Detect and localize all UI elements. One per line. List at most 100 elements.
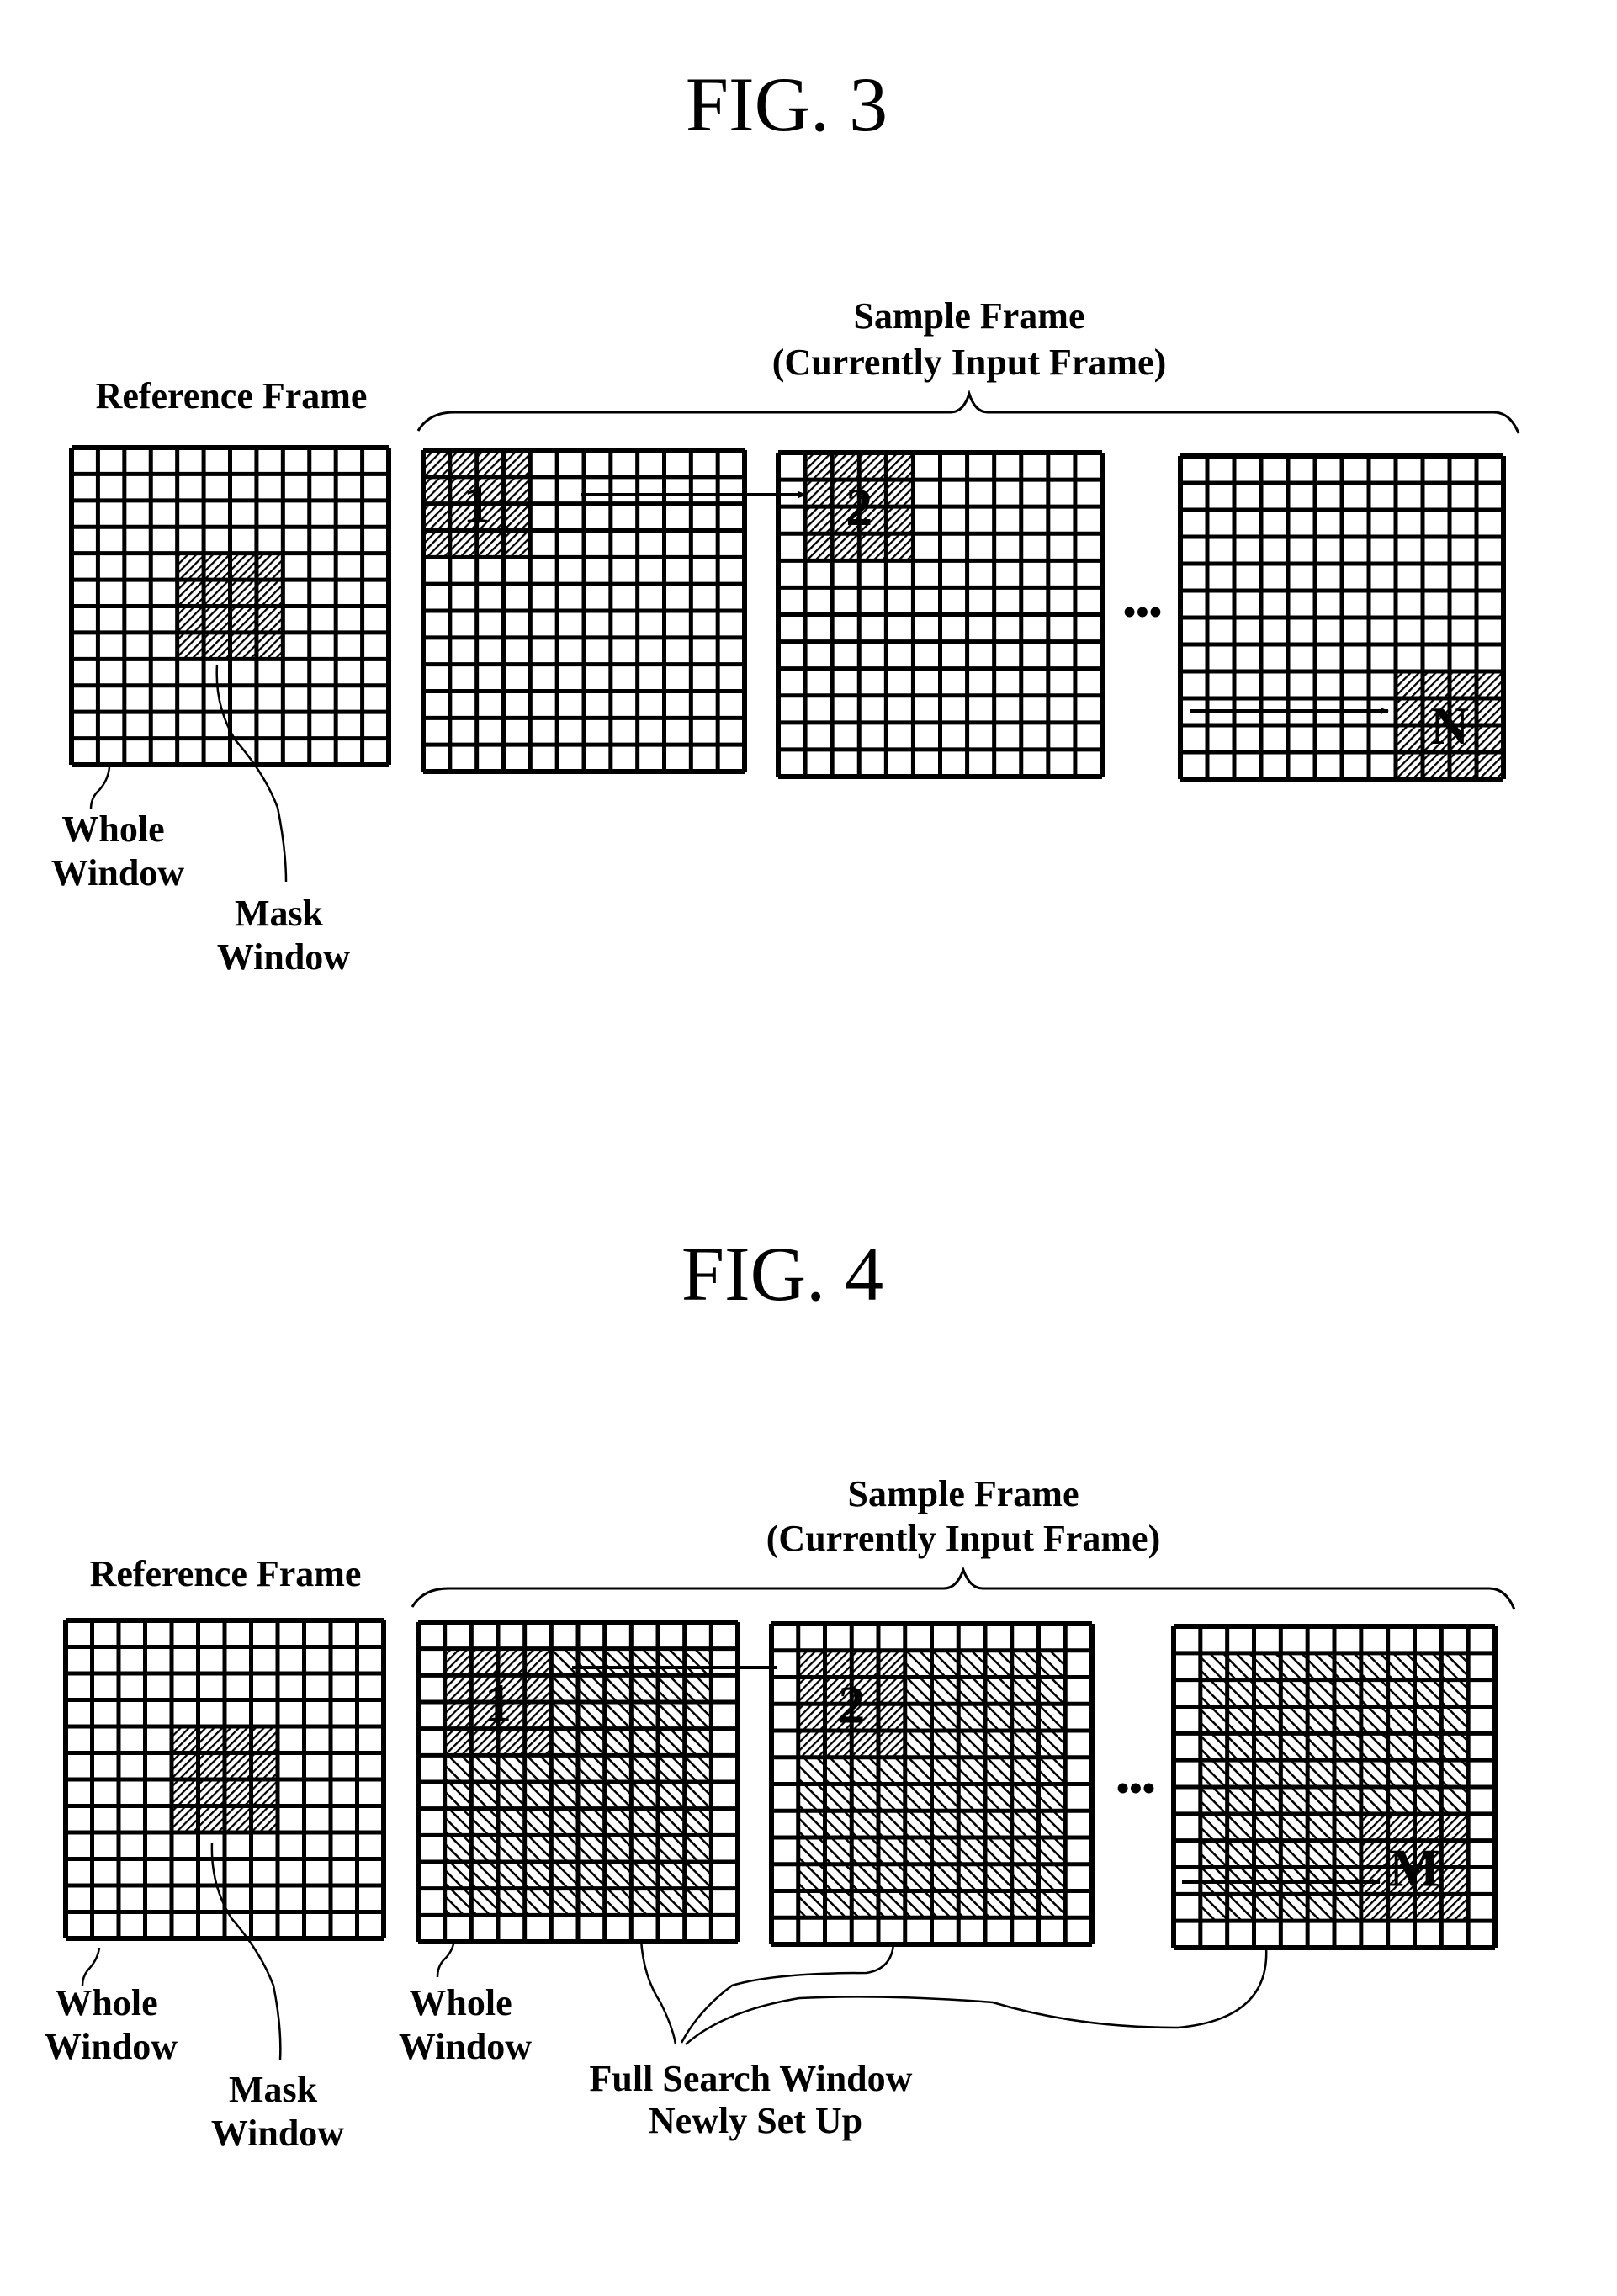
- figure-3: FIG. 3 Reference Frame Sample Frame (Cur…: [51, 61, 1520, 978]
- search-window-cell: [985, 1677, 1012, 1705]
- search-window-cell: [1334, 1813, 1361, 1841]
- search-window-cell: [1227, 1813, 1254, 1841]
- search-window-cell: [604, 1835, 632, 1862]
- mask-window-cell: [798, 1704, 825, 1731]
- search-window-cell: [985, 1704, 1012, 1731]
- search-window-cell: [604, 1648, 632, 1676]
- search-window-cell: [904, 1890, 932, 1918]
- mask-window-cell: [204, 553, 231, 581]
- mask-window-cell: [230, 606, 257, 633]
- mask-window-cell: [859, 533, 887, 561]
- mask-window-cell: [798, 1677, 825, 1705]
- mask-window-cell: [172, 1726, 199, 1753]
- mask-window-cell: [177, 632, 204, 660]
- frame-index-label: 2: [846, 477, 872, 537]
- search-window-cell: [958, 1731, 985, 1758]
- search-window-cell: [444, 1835, 472, 1862]
- mask-window-cell: [805, 453, 833, 480]
- search-window-cell: [798, 1757, 825, 1784]
- search-window-cell: [1011, 1757, 1039, 1784]
- search-window-cell: [1227, 1733, 1254, 1761]
- search-window-cell: [931, 1784, 959, 1811]
- search-window-cell: [824, 1864, 852, 1891]
- mask-window-cell: [524, 1702, 552, 1729]
- mask-window-cell: [198, 1726, 225, 1753]
- search-window-cell: [985, 1890, 1012, 1918]
- search-window-cell: [498, 1862, 525, 1889]
- search-window-cell: [904, 1864, 932, 1891]
- search-window-cell: [444, 1808, 472, 1836]
- search-window-cell: [985, 1757, 1012, 1784]
- search-window-cell: [958, 1811, 985, 1837]
- search-window-cell: [604, 1782, 632, 1809]
- mask-window-cell: [1450, 671, 1477, 698]
- search-window-cell: [1227, 1840, 1254, 1868]
- search-window-cell: [798, 1784, 825, 1811]
- mask-window-label: Mask Window: [211, 2069, 344, 2154]
- mask-window-cell: [230, 580, 257, 607]
- search-window-cell: [958, 1837, 985, 1864]
- search-window-cell: [931, 1864, 959, 1891]
- mask-window-cell: [1441, 1867, 1469, 1895]
- search-window-cell: [578, 1675, 605, 1702]
- mask-window-cell: [476, 450, 504, 477]
- search-window-cell: [1280, 1706, 1308, 1734]
- search-window-cell: [498, 1782, 525, 1809]
- search-window-cell: [1254, 1894, 1281, 1922]
- search-window-cell: [958, 1677, 985, 1705]
- mask-window-cell: [251, 1779, 278, 1806]
- search-window-cell: [658, 1675, 685, 1702]
- search-window-cell: [1011, 1864, 1039, 1891]
- sample-frame-m-grid: M: [1171, 1624, 1498, 1950]
- mask-window-cell: [471, 1728, 498, 1756]
- mask-window-cell: [1360, 1840, 1388, 1868]
- mask-window-cell: [471, 1648, 498, 1676]
- search-window-cell: [551, 1702, 578, 1729]
- search-window-cell: [904, 1731, 932, 1758]
- search-window-cell: [1280, 1813, 1308, 1841]
- mask-window-cell: [256, 632, 284, 660]
- search-window-leader-m: [685, 1946, 1268, 2045]
- mask-window-cell: [886, 453, 914, 480]
- search-window-cell: [444, 1862, 472, 1889]
- whole-window-leader: [89, 766, 111, 810]
- search-window-cell: [1360, 1706, 1388, 1734]
- mask-window-cell: [423, 530, 450, 558]
- mask-window-cell: [444, 1728, 472, 1756]
- figure-title: FIG. 3: [686, 61, 888, 147]
- search-window-cell: [1307, 1706, 1334, 1734]
- search-window-cell: [1254, 1787, 1281, 1814]
- figure-4: FIG. 4 Reference Frame Sample Frame (Cur…: [45, 1231, 1516, 2154]
- search-window-cell: [1441, 1652, 1469, 1680]
- search-window-cell: [878, 1864, 905, 1891]
- search-window-cell: [444, 1755, 472, 1782]
- search-window-cell: [604, 1888, 632, 1916]
- search-window-cell: [1441, 1760, 1469, 1787]
- search-window-cell: [851, 1811, 878, 1837]
- mask-window-cell: [1396, 698, 1423, 725]
- search-window-cell: [1227, 1679, 1254, 1707]
- search-window-cell: [684, 1835, 712, 1862]
- frame-index-label: N: [1430, 696, 1469, 756]
- mask-window-cell: [1423, 671, 1450, 698]
- search-window-cell: [798, 1837, 825, 1864]
- search-window-cell: [1227, 1787, 1254, 1814]
- search-window-cell: [931, 1650, 959, 1678]
- mask-window-cell: [251, 1726, 278, 1753]
- mask-window-cell: [1441, 1840, 1469, 1868]
- mask-window-cell: [172, 1779, 199, 1806]
- mask-window-cell: [503, 476, 531, 504]
- search-window-cell: [578, 1728, 605, 1756]
- mask-window-leader: [210, 1842, 282, 2060]
- mask-window-cell: [503, 450, 531, 477]
- search-window-cell: [1387, 1652, 1415, 1680]
- mask-window-leader: [215, 664, 288, 883]
- mask-window-cell: [1360, 1813, 1388, 1841]
- mask-window-cell: [225, 1779, 252, 1806]
- search-window-cell: [1307, 1760, 1334, 1787]
- search-window-cell: [985, 1837, 1012, 1864]
- search-window-cell: [498, 1888, 525, 1916]
- mask-window-cell: [204, 606, 231, 633]
- ellipsis: •••: [1116, 1768, 1155, 1809]
- search-window-cell: [578, 1755, 605, 1782]
